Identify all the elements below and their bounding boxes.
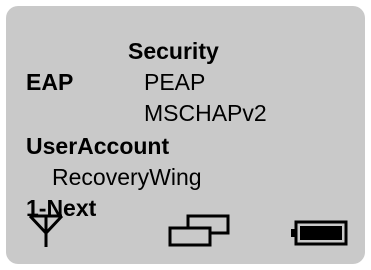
user-account-label: UserAccount xyxy=(26,133,170,159)
device-screen: Security EAP PEAP MSCHAPv2 UserAccount R… xyxy=(6,6,365,264)
screen-title: Security xyxy=(128,38,219,64)
eap-method-value: PEAP xyxy=(144,69,206,95)
user-account-value: RecoveryWing xyxy=(52,164,202,190)
eap-label: EAP xyxy=(26,69,74,95)
eap-inner-method-value: MSCHAPv2 xyxy=(144,100,267,126)
overlapping-windows-icon xyxy=(168,214,230,247)
battery-full-icon xyxy=(291,220,348,246)
antenna-signal-icon xyxy=(28,214,64,247)
